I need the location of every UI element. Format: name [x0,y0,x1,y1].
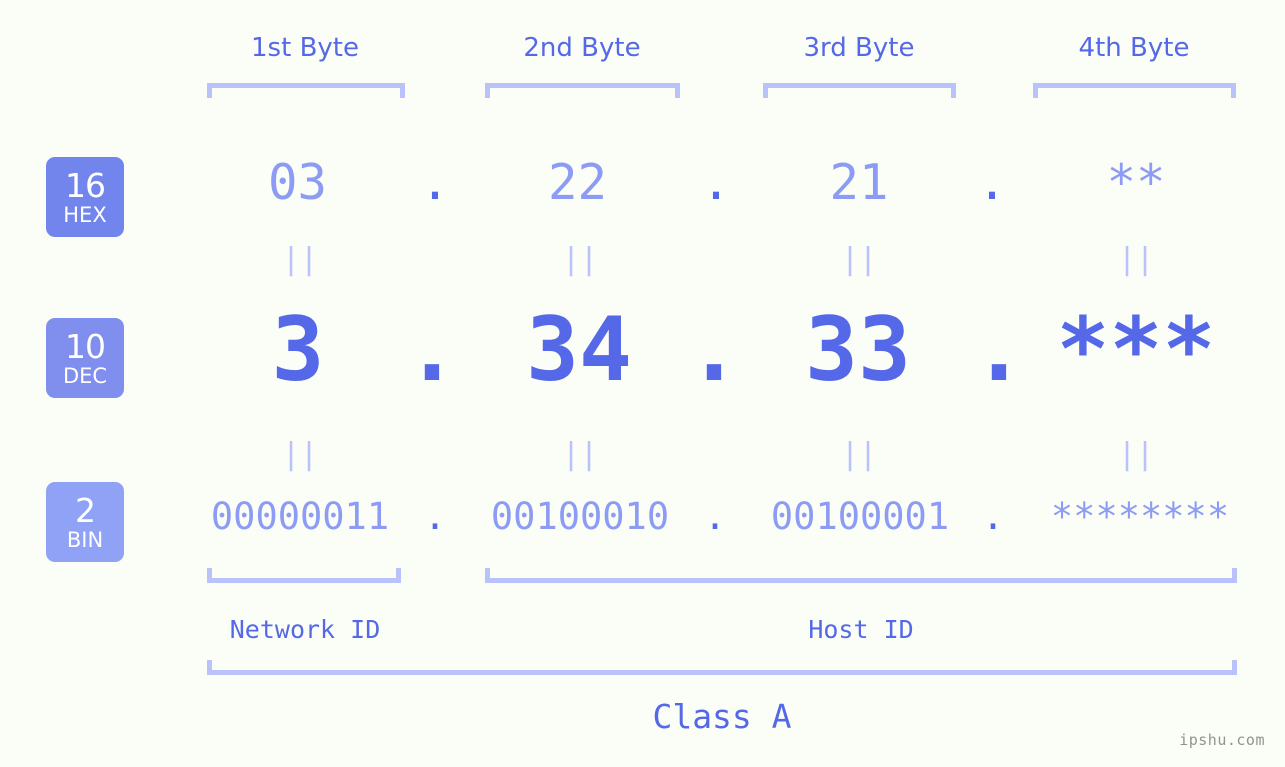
equals-separator-2: || [561,242,599,277]
bin-dot-3: . [981,495,1005,538]
network-id-bracket [207,568,401,583]
equals-separator-3: || [840,242,878,277]
hex-byte-3: 21 [829,154,889,211]
bin-byte-3: 00100001 [770,495,950,538]
byte-header-2: 2nd Byte [523,33,641,63]
dec-dot-3: . [972,298,1026,401]
hex-dot-1: . [420,154,450,211]
byte-bracket-4 [1033,83,1236,98]
dec-byte-3: 33 [805,298,911,401]
equals-separator-8: || [1117,437,1155,472]
hex-dot-2: . [701,154,731,211]
hex-dot-3: . [977,154,1007,211]
host-id-label: Host ID [808,615,914,644]
byte-bracket-2 [485,83,680,98]
base-badge-bin-number: 2 [75,490,96,530]
byte-bracket-3 [763,83,956,98]
base-badge-bin-name: BIN [66,527,104,552]
base-badge-hex: 16 HEX [46,157,124,237]
base-badge-dec: 10 DEC [46,318,124,398]
hex-byte-1: 03 [267,154,327,211]
class-label: Class A [652,697,792,736]
dec-byte-2: 34 [526,298,632,401]
base-badge-hex-name: HEX [63,202,107,227]
equals-separator-7: || [840,437,878,472]
ip-address-breakdown-diagram: 1st Byte 2nd Byte 3rd Byte 4th Byte 16 H… [0,0,1285,767]
class-bracket [207,660,1237,675]
site-watermark: ipshu.com [1179,731,1265,749]
equals-separator-1: || [281,242,319,277]
hex-byte-2: 22 [547,154,607,211]
byte-bracket-1 [207,83,405,98]
base-badge-hex-number: 16 [65,165,106,205]
bin-byte-1: 00000011 [210,495,390,538]
host-id-bracket [485,568,1237,583]
bin-dot-1: . [423,495,447,538]
dec-byte-1: 3 [271,298,325,401]
dec-byte-4: *** [1056,298,1216,401]
byte-header-4: 4th Byte [1078,33,1190,63]
bin-dot-2: . [703,495,727,538]
base-badge-dec-name: DEC [62,363,108,388]
equals-separator-5: || [281,437,319,472]
dec-dot-2: . [687,298,741,401]
byte-header-1: 1st Byte [251,33,359,63]
bin-byte-4: ******** [1050,495,1230,538]
equals-separator-4: || [1117,242,1155,277]
dec-dot-1: . [405,298,459,401]
network-id-label: Network ID [229,615,381,644]
base-badge-dec-number: 10 [65,326,106,366]
byte-header-3: 3rd Byte [803,33,915,63]
hex-byte-4: ** [1106,154,1166,211]
base-badge-bin: 2 BIN [46,482,124,562]
bin-byte-2: 00100010 [490,495,670,538]
equals-separator-6: || [561,437,599,472]
